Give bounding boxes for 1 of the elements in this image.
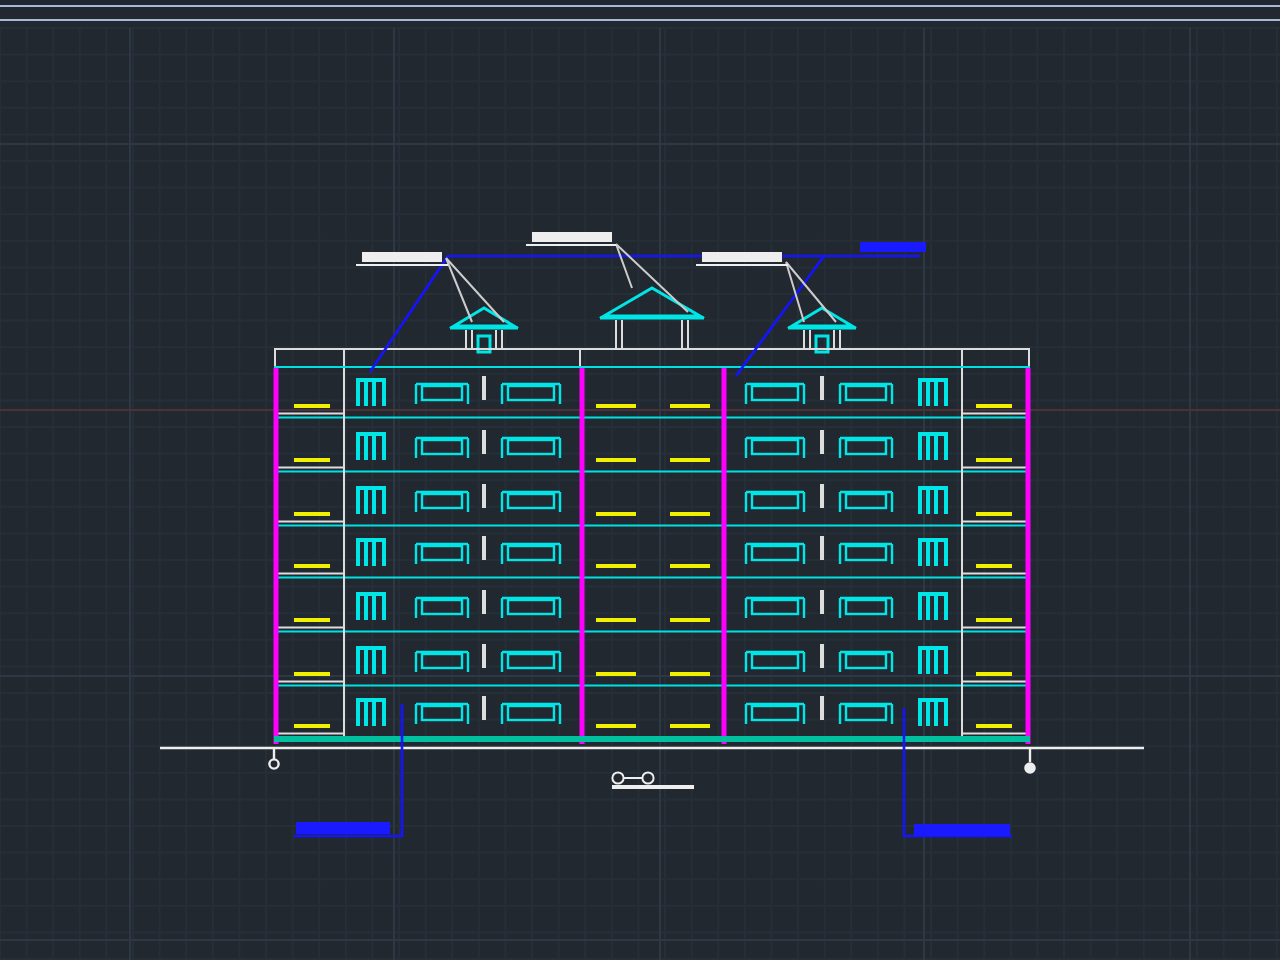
axis-symbol-drawing <box>611 771 694 789</box>
